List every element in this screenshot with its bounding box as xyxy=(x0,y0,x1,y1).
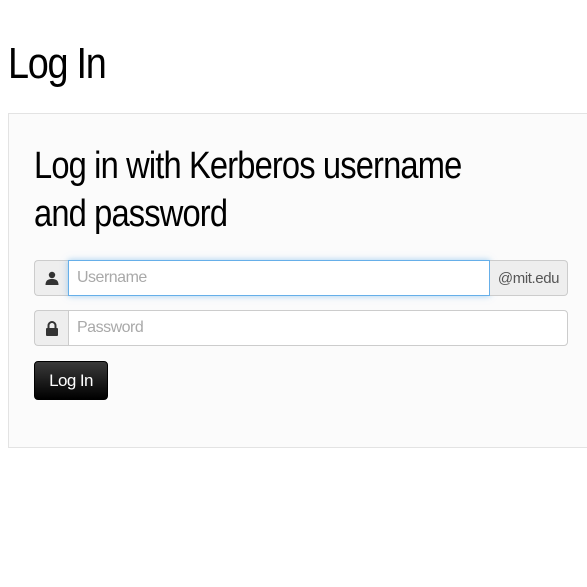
login-button[interactable]: Log In xyxy=(34,361,108,400)
login-panel: Log in with Kerberos username and passwo… xyxy=(8,113,587,448)
password-input-group xyxy=(34,310,568,346)
password-input[interactable] xyxy=(68,310,568,346)
user-icon xyxy=(34,260,68,296)
username-input-group: @mit.edu xyxy=(34,260,568,296)
page-title: Log In xyxy=(8,39,107,88)
login-panel-heading: Log in with Kerberos username and passwo… xyxy=(34,145,462,235)
lock-icon xyxy=(34,310,68,346)
username-input[interactable] xyxy=(68,260,490,296)
email-domain-suffix: @mit.edu xyxy=(490,260,568,296)
